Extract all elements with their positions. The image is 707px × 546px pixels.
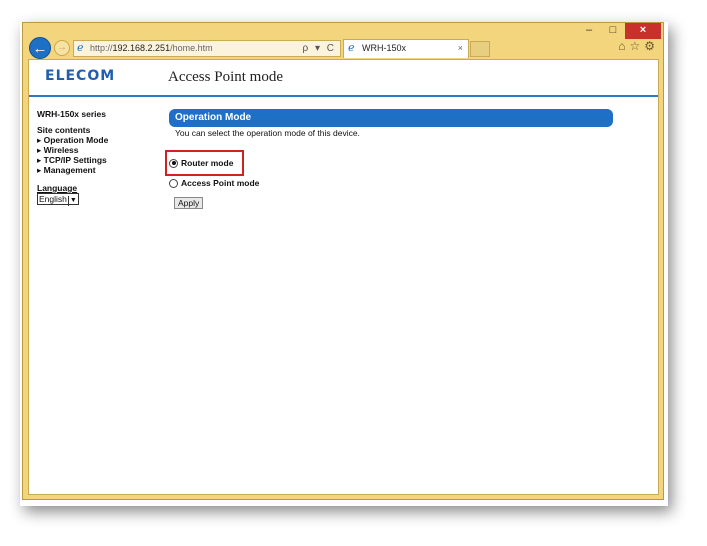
- router-mode-radio[interactable]: [169, 158, 178, 168]
- address-bar[interactable]: ℯ http://192.168.2.251/home.htm ρ ▾ C: [73, 40, 341, 57]
- section-description: You can select the operation mode of thi…: [175, 128, 360, 138]
- access-point-mode-label: Access Point mode: [181, 178, 260, 188]
- access-point-mode-option[interactable]: Access Point mode: [169, 178, 259, 188]
- tab-close-icon[interactable]: ×: [458, 40, 463, 57]
- tab-wrh-150x[interactable]: ℯ WRH-150x ×: [343, 39, 469, 58]
- url-scheme: http://: [90, 43, 113, 53]
- new-tab-button[interactable]: [470, 41, 490, 57]
- settings-gear-icon[interactable]: ⚙: [644, 39, 655, 53]
- forward-arrow-icon: →: [57, 42, 67, 53]
- sidebar-item-operation-mode[interactable]: ▸ Operation Mode: [37, 135, 157, 145]
- page-viewport: ELECOM Access Point mode WRH-150x series…: [28, 59, 659, 495]
- browser-window: – □ × ← → ℯ http://192.168.2.251/home.ht…: [22, 22, 664, 500]
- sidebar-item-wireless[interactable]: ▸ Wireless: [37, 145, 157, 155]
- forward-button[interactable]: →: [54, 40, 70, 56]
- home-icon[interactable]: ⌂: [618, 39, 625, 53]
- chevron-down-icon: ▼: [67, 196, 77, 206]
- favorites-star-icon[interactable]: ☆: [629, 39, 640, 53]
- tab-title: WRH-150x: [362, 43, 407, 53]
- url-path: /home.htm: [170, 43, 213, 53]
- router-mode-option[interactable]: Router mode: [169, 158, 233, 168]
- browser-toolbar-icons: ⌂ ☆ ⚙: [618, 39, 655, 53]
- minimize-button[interactable]: –: [577, 23, 601, 39]
- router-mode-label: Router mode: [181, 158, 234, 168]
- window-controls: – □ ×: [577, 23, 661, 39]
- elecom-logo: ELECOM: [45, 68, 116, 84]
- back-button[interactable]: ←: [29, 37, 51, 59]
- sidebar-site-contents: Site contents: [37, 125, 91, 135]
- apply-button[interactable]: Apply: [174, 197, 204, 209]
- language-label: Language: [37, 183, 78, 193]
- back-arrow-icon: ←: [32, 40, 48, 57]
- header-divider: [29, 95, 658, 97]
- sidebar-item-management[interactable]: ▸ Management: [37, 165, 157, 175]
- url-host: 192.168.2.251: [112, 43, 171, 53]
- close-button[interactable]: ×: [625, 23, 661, 39]
- ie-tab-icon: ℯ: [348, 42, 355, 54]
- search-refresh-controls[interactable]: ρ ▾ C: [303, 41, 337, 56]
- sidebar-item-tcpip-settings[interactable]: ▸ TCP/IP Settings: [37, 155, 157, 165]
- section-header: Operation Mode: [169, 109, 613, 127]
- access-point-mode-radio[interactable]: [169, 178, 178, 188]
- language-select[interactable]: English ▼: [37, 193, 79, 206]
- sidebar-model: WRH-150x series: [37, 109, 106, 119]
- maximize-button[interactable]: □: [601, 23, 625, 39]
- address-url[interactable]: http://192.168.2.251/home.htm: [90, 41, 213, 56]
- language-value: English: [39, 194, 67, 204]
- page-title: Access Point mode: [168, 69, 283, 85]
- ie-page-icon: ℯ: [77, 42, 84, 54]
- sidebar: WRH-150x series Site contents ▸ Operatio…: [37, 109, 157, 206]
